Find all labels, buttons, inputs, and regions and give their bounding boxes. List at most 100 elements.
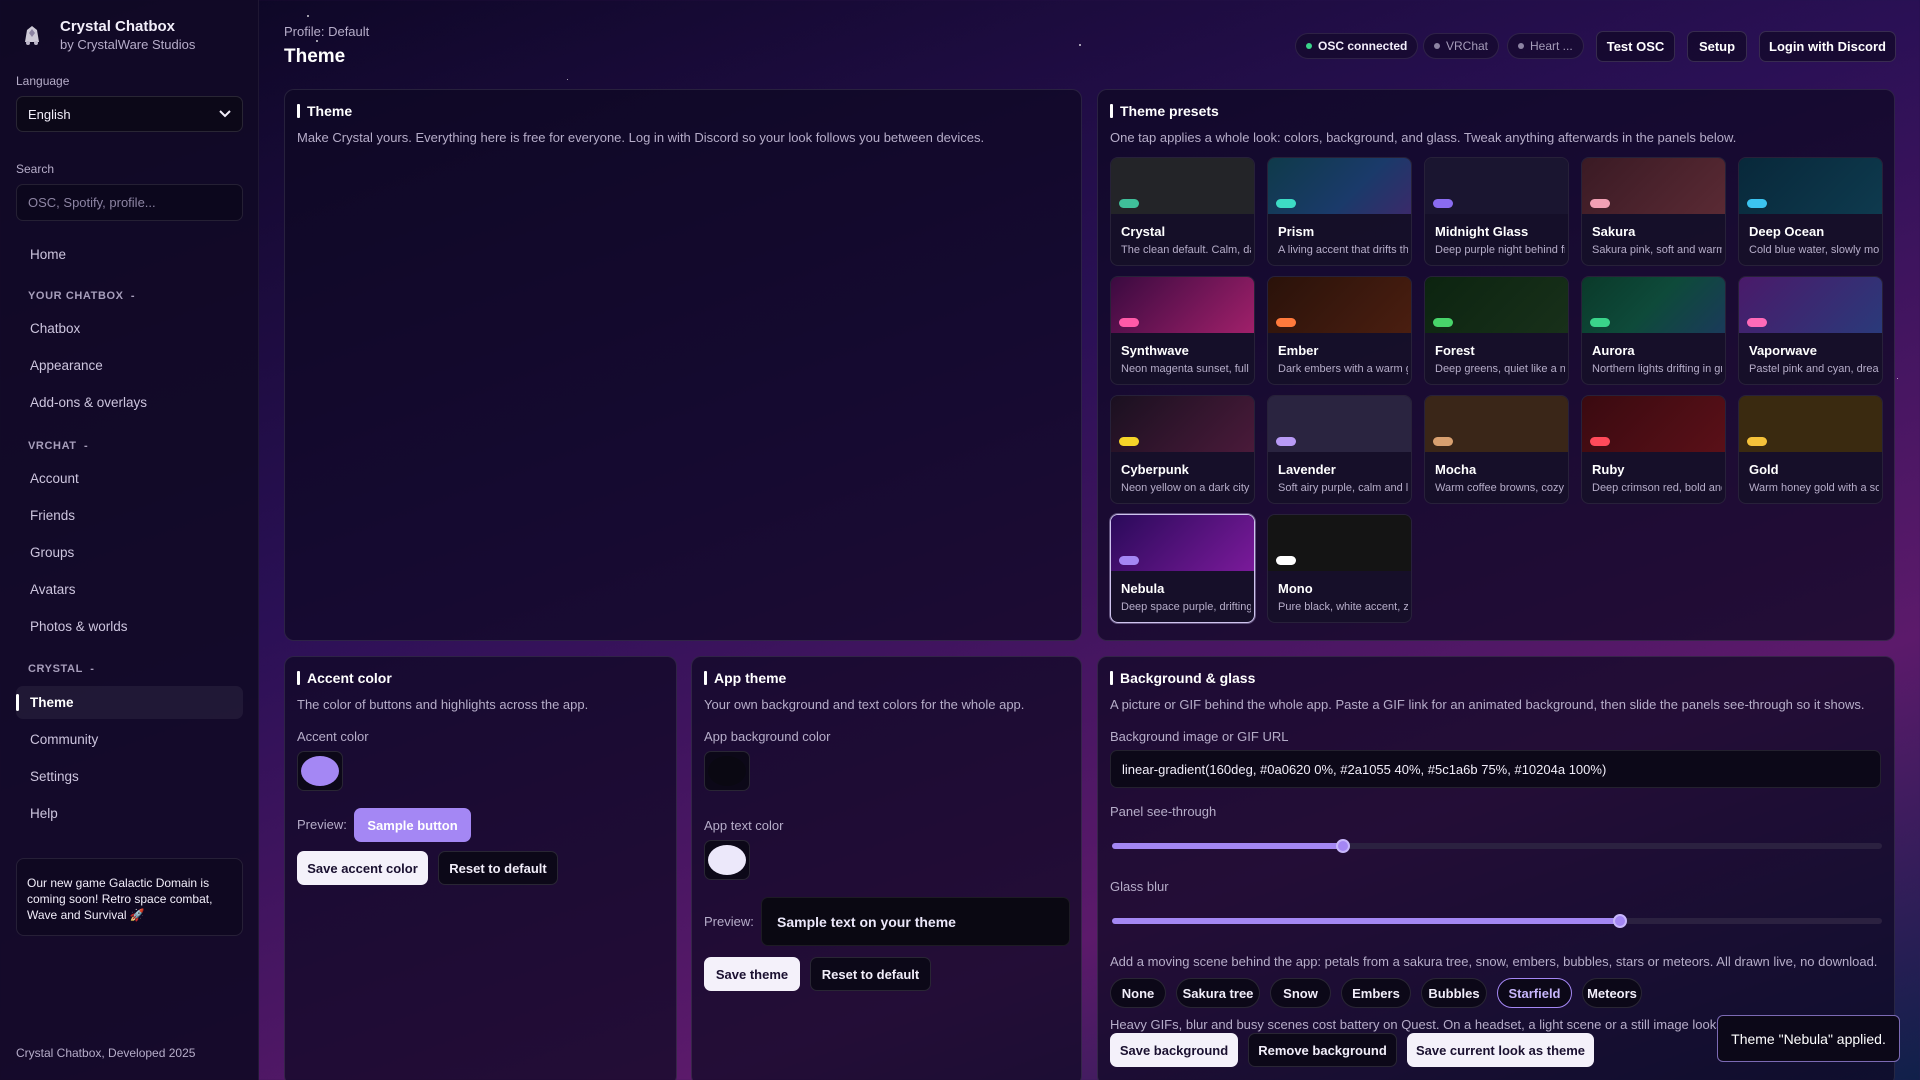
chevron-down-icon: [219, 110, 231, 118]
preset-desc: Cold blue water, slowly moving: [1749, 244, 1879, 256]
status-vrchat: VRChat: [1423, 33, 1500, 59]
sidebar-item-avatars[interactable]: Avatars: [16, 573, 243, 606]
scene-chip[interactable]: Bubbles: [1421, 978, 1487, 1008]
sidebar-item-photos[interactable]: Photos & worlds: [16, 610, 243, 643]
sidebar-item-friends[interactable]: Friends: [16, 499, 243, 532]
preset-accent-swatch: [1433, 199, 1453, 208]
language-select[interactable]: English: [16, 96, 243, 132]
scene-chip[interactable]: Meteors: [1582, 978, 1642, 1008]
preset-name: Forest: [1435, 343, 1475, 358]
text-color-picker[interactable]: [704, 840, 750, 880]
preset-card[interactable]: Midnight Glass Deep purple night behind f…: [1424, 157, 1569, 266]
status-dot-icon: [1518, 43, 1524, 49]
nav-section-crystal[interactable]: CRYSTAL -: [28, 663, 95, 675]
preset-card[interactable]: Prism A living accent that drifts through: [1267, 157, 1412, 266]
promo-card[interactable]: Our new game Galactic Domain is coming s…: [16, 858, 243, 936]
preset-desc: Deep greens, quiet like a night: [1435, 363, 1565, 375]
sidebar-item-groups[interactable]: Groups: [16, 536, 243, 569]
save-background-button[interactable]: Save background: [1110, 1033, 1238, 1067]
preset-name: Ruby: [1592, 462, 1625, 477]
sidebar-item-account[interactable]: Account: [16, 462, 243, 495]
brand: Crystal Chatbox by CrystalWare Studios: [16, 18, 195, 52]
preset-name: Sakura: [1592, 224, 1636, 239]
preset-card[interactable]: Sakura Sakura pink, soft and warm: [1581, 157, 1726, 266]
preset-desc: Warm coffee browns, cozy: [1435, 482, 1564, 494]
crystal-logo-icon: [16, 19, 48, 51]
preset-card[interactable]: Lavender Soft airy purple, calm and light: [1267, 395, 1412, 504]
sidebar-item-community[interactable]: Community: [16, 723, 243, 756]
preset-card[interactable]: Aurora Northern lights drifting in green: [1581, 276, 1726, 385]
preset-card[interactable]: Forest Deep greens, quiet like a night: [1424, 276, 1569, 385]
preset-accent-swatch: [1276, 437, 1296, 446]
sidebar-item-settings[interactable]: Settings: [16, 760, 243, 793]
bg-color-picker[interactable]: [704, 751, 750, 791]
scene-chip[interactable]: Embers: [1341, 978, 1411, 1008]
preset-name: Crystal: [1121, 224, 1166, 239]
slider-thumb[interactable]: [1613, 914, 1628, 928]
sidebar-item-home[interactable]: Home: [16, 238, 243, 271]
preset-accent-swatch: [1590, 318, 1610, 327]
preset-card[interactable]: Cyberpunk Neon yellow on a dark city: [1110, 395, 1255, 504]
scene-chip[interactable]: Snow: [1270, 978, 1331, 1008]
app-title: Crystal Chatbox: [60, 18, 176, 35]
glass-blur-slider[interactable]: [1112, 914, 1882, 928]
theme-panel: Theme Make Crystal yours. Everything her…: [284, 89, 1082, 641]
search-input[interactable]: OSC, Spotify, profile...: [16, 184, 243, 221]
scene-chip[interactable]: Starfield: [1497, 978, 1572, 1008]
preset-card[interactable]: Ember Dark embers with a warm glow: [1267, 276, 1412, 385]
preset-card[interactable]: Crystal The clean default. Calm, dark: [1110, 157, 1255, 266]
login-discord-button[interactable]: Login with Discord: [1759, 31, 1896, 62]
sidebar-item-chatbox[interactable]: Chatbox: [16, 312, 243, 345]
star-decor: [316, 40, 318, 42]
star-decor: [567, 79, 568, 80]
preset-card[interactable]: Nebula Deep space purple, drifting: [1110, 514, 1255, 623]
status-heart-label: Heart ...: [1530, 39, 1573, 53]
profile-label: Profile: Default: [284, 24, 370, 39]
section-label: CRYSTAL: [28, 663, 83, 675]
preset-card[interactable]: Synthwave Neon magenta sunset, full retro: [1110, 276, 1255, 385]
scene-chip[interactable]: None: [1110, 978, 1166, 1008]
see-through-slider[interactable]: [1112, 839, 1882, 853]
preset-card[interactable]: Deep Ocean Cold blue water, slowly moving: [1738, 157, 1883, 266]
test-osc-button[interactable]: Test OSC: [1596, 31, 1675, 62]
save-accent-button[interactable]: Save accent color: [297, 851, 428, 885]
reset-theme-button[interactable]: Reset to default: [810, 957, 931, 991]
status-osc: OSC connected: [1295, 33, 1419, 59]
reset-accent-button[interactable]: Reset to default: [438, 851, 558, 885]
preset-name: Aurora: [1592, 343, 1635, 358]
preset-accent-swatch: [1747, 437, 1767, 446]
panel-desc: A picture or GIF behind the whole app. P…: [1110, 697, 1865, 712]
preset-card[interactable]: Gold Warm honey gold with a soft: [1738, 395, 1883, 504]
sidebar-item-help[interactable]: Help: [16, 797, 243, 830]
preset-card[interactable]: Mocha Warm coffee browns, cozy: [1424, 395, 1569, 504]
remove-background-button[interactable]: Remove background: [1248, 1033, 1397, 1067]
sidebar-item-theme[interactable]: Theme: [16, 686, 243, 719]
slider-thumb[interactable]: [1336, 839, 1350, 853]
setup-button[interactable]: Setup: [1687, 31, 1747, 62]
sidebar-footer: Crystal Chatbox, Developed 2025: [16, 1046, 196, 1060]
preset-accent-swatch: [1433, 318, 1453, 327]
save-theme-button[interactable]: Save theme: [704, 957, 800, 991]
save-look-as-theme-button[interactable]: Save current look as theme: [1407, 1033, 1594, 1067]
preset-card[interactable]: Ruby Deep crimson red, bold and: [1581, 395, 1726, 504]
nav-section-vrchat[interactable]: VRCHAT -: [28, 440, 88, 452]
preview-label: Preview:: [297, 817, 347, 832]
page-title: Theme: [284, 46, 346, 67]
panel-desc: One tap applies a whole look: colors, ba…: [1110, 130, 1737, 145]
preset-name: Midnight Glass: [1435, 224, 1529, 239]
sidebar-item-appearance[interactable]: Appearance: [16, 349, 243, 382]
preset-card[interactable]: Mono Pure black, white accent, zero: [1267, 514, 1412, 623]
scene-chip[interactable]: Sakura tree: [1176, 978, 1260, 1008]
background-url-input[interactable]: linear-gradient(160deg, #0a0620 0%, #2a1…: [1110, 750, 1881, 788]
nav-section-chatbox[interactable]: YOUR CHATBOX -: [28, 290, 135, 302]
preset-name: Gold: [1749, 462, 1779, 477]
sample-button[interactable]: Sample button: [354, 808, 471, 842]
status-osc-label: OSC connected: [1318, 39, 1408, 53]
accent-color-picker[interactable]: [297, 751, 343, 791]
preview-label: Preview:: [704, 914, 754, 929]
preset-accent-swatch: [1276, 318, 1296, 327]
sidebar-item-addons[interactable]: Add-ons & overlays: [16, 386, 243, 419]
preset-card[interactable]: Vaporwave Pastel pink and cyan, dreamy: [1738, 276, 1883, 385]
panel-desc: Make Crystal yours. Everything here is f…: [297, 130, 985, 145]
preset-accent-swatch: [1590, 199, 1610, 208]
